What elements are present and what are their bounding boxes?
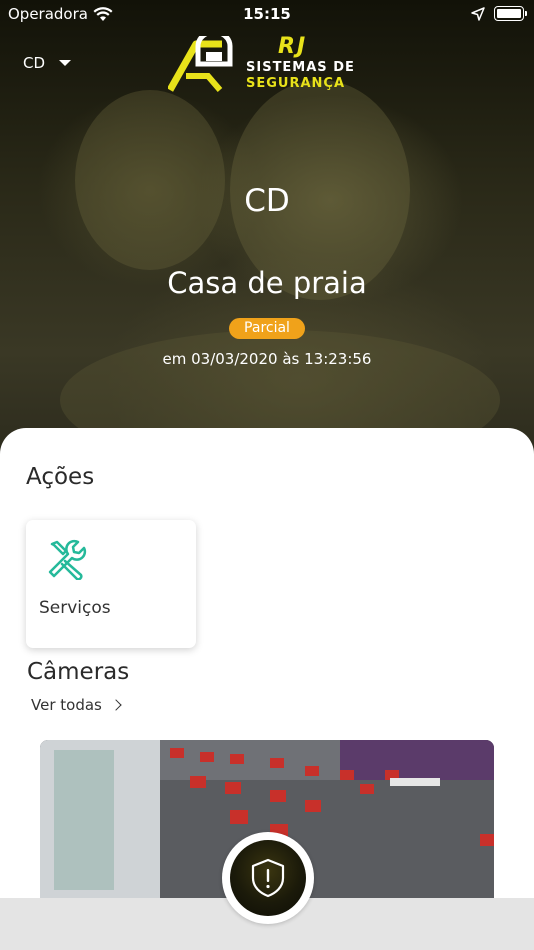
alarm-button[interactable] <box>222 832 314 924</box>
location-arrow-icon <box>471 7 485 21</box>
battery-icon <box>494 6 527 21</box>
status-badge: Parcial <box>229 318 305 339</box>
account-initials: CD <box>244 183 290 219</box>
chevron-right-icon <box>110 699 122 711</box>
place-name: Casa de praia <box>167 266 367 300</box>
logo-mark-icon <box>168 36 233 92</box>
alarm-button-inner <box>230 840 306 916</box>
logo-line1: SISTEMAS DE <box>246 60 355 75</box>
chevron-down-icon <box>59 60 72 66</box>
logo-line2: SEGURANÇA <box>246 76 346 91</box>
status-timestamp: em 03/03/2020 às 13:23:56 <box>162 350 372 368</box>
services-action-card[interactable]: Serviços <box>26 520 196 648</box>
shield-icon <box>251 858 285 898</box>
clock: 15:15 <box>243 5 291 23</box>
account-label: CD <box>23 54 46 72</box>
cameras-heading: Câmeras <box>27 659 130 685</box>
brand-logo: RJ SISTEMAS DE SEGURANÇA <box>168 34 378 94</box>
actions-heading: Ações <box>26 464 95 490</box>
services-label: Serviços <box>39 598 111 618</box>
status-bar: Operadora 15:15 <box>0 0 534 28</box>
tools-icon <box>48 539 87 580</box>
see-all-cameras-link[interactable]: Ver todas <box>31 696 122 714</box>
see-all-label: Ver todas <box>31 696 102 714</box>
account-selector[interactable]: CD <box>23 54 72 72</box>
logo-rj-text: RJ <box>278 34 308 59</box>
